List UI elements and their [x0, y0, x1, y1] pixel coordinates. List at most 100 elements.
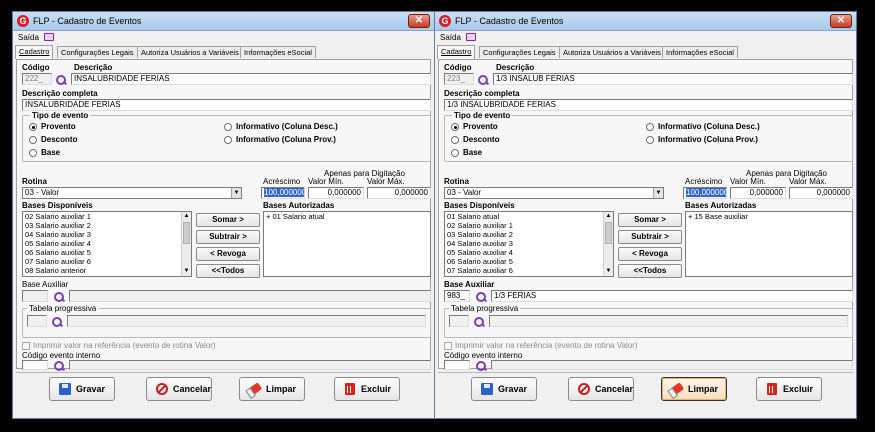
list-item[interactable]: 07 Salario auxiliar 6 — [445, 266, 613, 275]
rotina-select[interactable]: 03 - Valor ▼ — [22, 187, 242, 199]
cancelar-button[interactable]: Cancelar — [146, 377, 212, 401]
chevron-down-icon[interactable]: ▼ — [182, 267, 191, 276]
search-tabela-icon[interactable] — [51, 316, 63, 328]
close-button[interactable]: ✕ — [830, 14, 852, 28]
exit-icon[interactable] — [44, 33, 54, 41]
limpar-button[interactable]: Limpar — [661, 377, 727, 401]
base-radio[interactable] — [451, 149, 459, 157]
codigo-field[interactable]: 222_ — [22, 73, 52, 85]
list-item[interactable]: 05 Salario auxiliar 4 — [445, 248, 613, 257]
tab-autoriza-usuarios[interactable]: Autoriza Usuários a Variáveis — [559, 46, 665, 58]
codigo-field[interactable]: 223_ — [444, 73, 474, 85]
acrescimo-field[interactable]: 100,000000 — [683, 187, 727, 199]
valor-max-field[interactable]: 0,000000 — [789, 187, 853, 199]
informativo-desc-radio[interactable] — [224, 123, 232, 131]
list-item[interactable]: 01 Salario atual — [445, 212, 613, 221]
provento-radio[interactable] — [451, 123, 459, 131]
chevron-down-icon[interactable]: ▼ — [653, 188, 663, 198]
exit-icon[interactable] — [466, 33, 476, 41]
list-item[interactable]: 06 Salario auxiliar 5 — [445, 257, 613, 266]
gravar-button[interactable]: Gravar — [49, 377, 115, 401]
scroll-thumb[interactable] — [183, 222, 190, 244]
list-item[interactable]: 04 Salario auxiliar 3 — [445, 239, 613, 248]
chevron-up-icon[interactable]: ▲ — [604, 212, 613, 221]
somar-button[interactable]: Somar > — [618, 213, 682, 227]
subtrair-button[interactable]: Subtrair > — [196, 230, 260, 244]
base-auxiliar-code-field[interactable]: 983_ — [444, 290, 470, 302]
chevron-down-icon[interactable]: ▼ — [604, 267, 613, 276]
base-auxiliar-code-field[interactable] — [22, 290, 48, 302]
list-item[interactable]: + 15 Base auxiliar — [686, 212, 852, 221]
search-base-auxiliar-icon[interactable] — [53, 291, 65, 303]
bases-disponiveis-list[interactable]: 01 Salario atual 02 Salario auxiliar 1 0… — [444, 211, 614, 277]
provento-radio[interactable] — [29, 123, 37, 131]
valor-min-field[interactable]: 0,000000 — [308, 187, 364, 199]
tab-cadastro[interactable]: Cadastro — [15, 45, 54, 59]
cancelar-button[interactable]: Cancelar — [568, 377, 634, 401]
informativo-desc-radio[interactable] — [646, 123, 654, 131]
informativo-prov-radio[interactable] — [646, 136, 654, 144]
list-item[interactable]: 06 Salario auxiliar 5 — [23, 248, 191, 257]
search-base-auxiliar-icon[interactable] — [475, 291, 487, 303]
descricao-completa-field[interactable]: INSALUBRIDADE FERIAS — [22, 99, 431, 111]
chevron-down-icon[interactable]: ▼ — [231, 188, 241, 198]
bases-disponiveis-list[interactable]: 02 Salario auxiliar 1 03 Salario auxilia… — [22, 211, 192, 277]
list-item[interactable]: 03 Salario auxiliar 2 — [445, 230, 613, 239]
search-tabela-icon[interactable] — [473, 316, 485, 328]
todos-button[interactable]: <<Todos — [618, 264, 682, 278]
revoga-button[interactable]: < Revoga — [618, 247, 682, 261]
subtrair-button[interactable]: Subtrair > — [618, 230, 682, 244]
close-button[interactable]: ✕ — [408, 14, 430, 28]
descricao-field[interactable]: INSALUBRIDADE FERIAS — [71, 73, 431, 85]
bases-autorizadas-list[interactable]: + 15 Base auxiliar — [685, 211, 853, 277]
search-codigo-icon[interactable] — [55, 74, 67, 86]
list-item[interactable]: 08 Salario anterior — [23, 266, 191, 275]
tab-cadastro[interactable]: Cadastro — [437, 45, 476, 59]
revoga-button[interactable]: < Revoga — [196, 247, 260, 261]
codigo-evento-interno-field[interactable]: ___ — [22, 360, 48, 370]
search-evento-interno-icon[interactable] — [53, 360, 65, 372]
tabela-progressiva-code-field[interactable] — [449, 315, 469, 327]
search-evento-interno-icon[interactable] — [475, 360, 487, 372]
tab-informacoes-esocial[interactable]: Informações eSocial — [662, 46, 738, 58]
list-item[interactable]: 04 Salario auxiliar 3 — [23, 230, 191, 239]
bases-autorizadas-list[interactable]: + 01 Salario atual — [263, 211, 431, 277]
imprimir-valor-checkbox[interactable] — [22, 342, 30, 350]
menu-saida[interactable]: Saída — [18, 33, 39, 42]
informativo-prov-radio[interactable] — [224, 136, 232, 144]
gravar-button[interactable]: Gravar — [471, 377, 537, 401]
desconto-radio[interactable] — [29, 136, 37, 144]
tab-configuracoes-legais[interactable]: Configurações Legais — [479, 46, 560, 58]
tabela-progressiva-code-field[interactable] — [27, 315, 47, 327]
acrescimo-field[interactable]: 100,000000 — [261, 187, 305, 199]
descricao-field[interactable]: 1/3 INSALUB FERIAS — [493, 73, 853, 85]
base-radio[interactable] — [29, 149, 37, 157]
codigo-evento-interno-field[interactable]: ___ — [444, 360, 470, 370]
valor-max-field[interactable]: 0,000000 — [367, 187, 431, 199]
list-scrollbar[interactable]: ▲ ▼ — [603, 212, 613, 276]
tab-configuracoes-legais[interactable]: Configurações Legais — [57, 46, 138, 58]
list-scrollbar[interactable]: ▲ ▼ — [181, 212, 191, 276]
list-item[interactable]: 05 Salario auxiliar 4 — [23, 239, 191, 248]
limpar-button[interactable]: Limpar — [239, 377, 305, 401]
chevron-up-icon[interactable]: ▲ — [182, 212, 191, 221]
excluir-button[interactable]: Excluir — [334, 377, 400, 401]
list-item[interactable]: 07 Salario auxiliar 6 — [23, 257, 191, 266]
valor-min-field[interactable]: 0,000000 — [730, 187, 786, 199]
descricao-completa-field[interactable]: 1/3 INSALUBRIDADE FERIAS — [444, 99, 853, 111]
list-item[interactable]: 03 Salario auxiliar 2 — [23, 221, 191, 230]
list-item[interactable]: + 01 Salario atual — [264, 212, 430, 221]
list-item[interactable]: 02 Salario auxiliar 1 — [23, 212, 191, 221]
todos-button[interactable]: <<Todos — [196, 264, 260, 278]
tab-informacoes-esocial[interactable]: Informações eSocial — [240, 46, 316, 58]
desconto-radio[interactable] — [451, 136, 459, 144]
tab-autoriza-usuarios[interactable]: Autoriza Usuários a Variáveis — [137, 46, 243, 58]
list-item[interactable]: 02 Salario auxiliar 1 — [445, 221, 613, 230]
rotina-select[interactable]: 03 - Valor ▼ — [444, 187, 664, 199]
imprimir-valor-checkbox[interactable] — [444, 342, 452, 350]
scroll-thumb[interactable] — [605, 222, 612, 244]
search-codigo-icon[interactable] — [477, 74, 489, 86]
menu-saida[interactable]: Saída — [440, 33, 461, 42]
excluir-button[interactable]: Excluir — [756, 377, 822, 401]
somar-button[interactable]: Somar > — [196, 213, 260, 227]
